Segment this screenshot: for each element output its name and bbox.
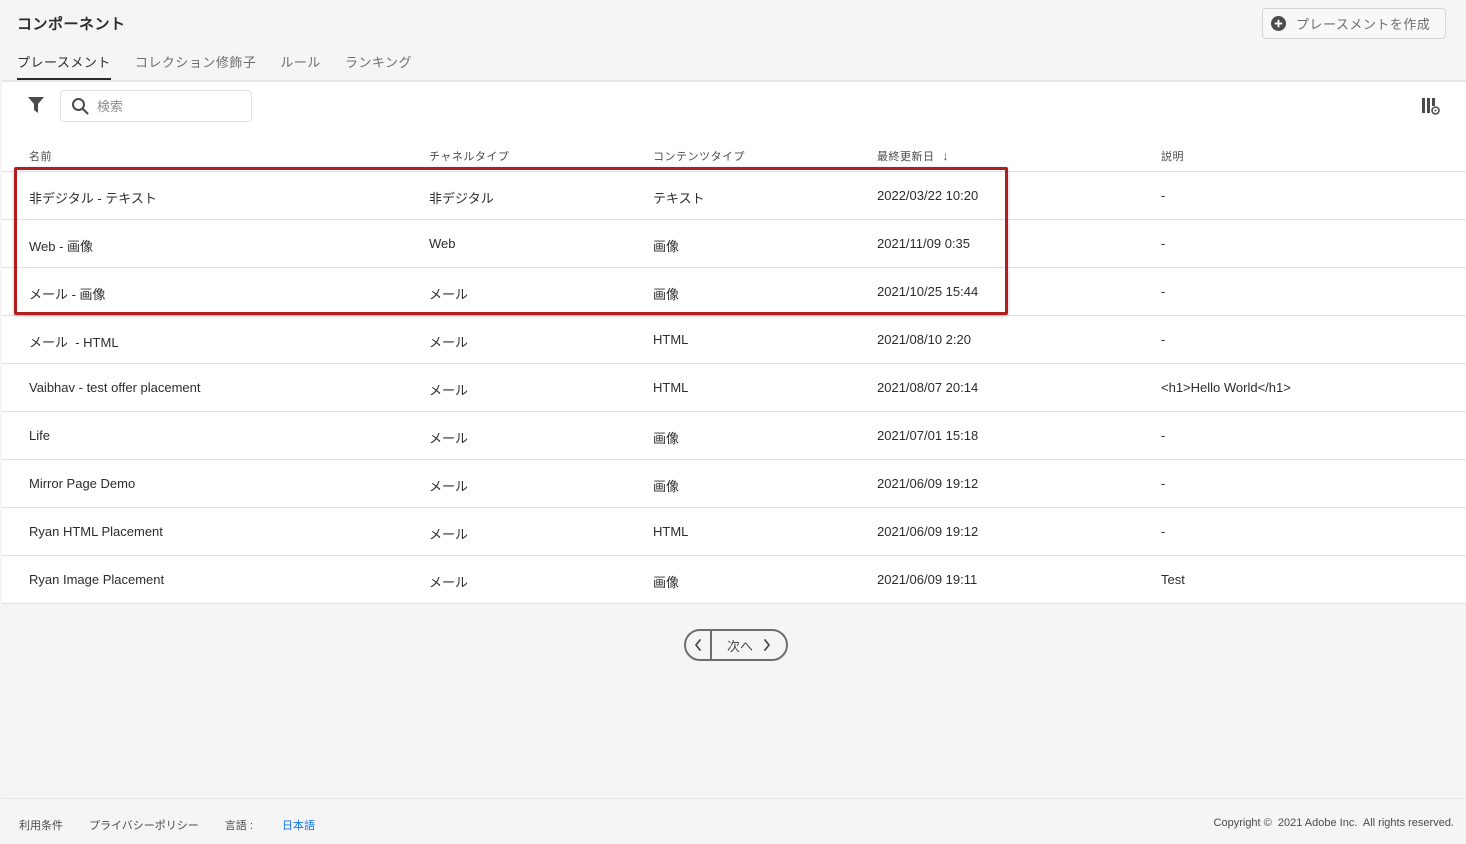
cell-content-type: テキスト [653, 191, 705, 206]
search-icon [72, 98, 89, 115]
filter-icon[interactable] [27, 96, 45, 114]
language-link[interactable]: 日本語 [282, 820, 315, 832]
create-placement-label: プレースメントを作成 [1296, 17, 1431, 32]
search-input[interactable] [97, 98, 247, 114]
cell-content-type: HTML [653, 524, 689, 539]
chevron-left-icon [695, 639, 701, 651]
cell-last-modified: 2021/06/09 19:12 [877, 476, 979, 491]
cell-last-modified: 2021/08/07 20:14 [877, 380, 979, 395]
column-settings-icon[interactable] [1421, 96, 1441, 116]
page-footer: 利用条件 プライバシーポリシー 言語 : 日本語 Copyright © 202… [2, 798, 1466, 844]
privacy-link[interactable]: プライバシーポリシー [89, 817, 199, 833]
cell-name[interactable]: Life [29, 428, 50, 443]
cell-description: - [1161, 332, 1166, 347]
cell-content-type: HTML [653, 380, 689, 395]
cell-last-modified: 2021/07/01 15:18 [877, 428, 979, 443]
cell-content-type: 画像 [653, 431, 680, 446]
language-selector: 言語 : 日本語 [225, 817, 315, 833]
cell-description: Test [1161, 572, 1185, 587]
create-placement-button[interactable]: プレースメントを作成 [1262, 8, 1446, 39]
table-toolbar [2, 82, 1466, 132]
cell-last-modified: 2021/06/09 19:12 [877, 524, 979, 539]
column-header-content-type[interactable]: コンテンツタイプ [653, 148, 745, 164]
next-page-label: 次へ [726, 638, 753, 654]
cell-content-type: 画像 [653, 239, 680, 254]
cell-last-modified: 2022/03/22 10:20 [877, 188, 979, 203]
cell-description: - [1161, 188, 1166, 203]
table-row[interactable]: 非デジタル - テキスト 非デジタル テキスト 2022/03/22 10:20… [2, 172, 1466, 220]
table-row[interactable]: Life メール 画像 2021/07/01 15:18 - [2, 412, 1466, 460]
tab-rules[interactable]: ルール [280, 52, 321, 80]
copyright-text: Copyright © 2021 Adobe Inc. All rights r… [1213, 817, 1454, 829]
app-window: コンポーネント プレースメントを作成 プレースメント コレクション修飾子 ルール… [2, 0, 1466, 844]
cell-channel-type: メール [429, 383, 469, 398]
column-header-channel-type[interactable]: チャネルタイプ [429, 148, 509, 164]
cell-name[interactable]: 非デジタル - テキスト [29, 188, 157, 207]
cell-content-type: 画像 [653, 287, 680, 302]
column-header-name[interactable]: 名前 [29, 148, 52, 164]
cell-description: - [1161, 236, 1166, 251]
table-row[interactable]: Vaibhav - test offer placement メール HTML … [2, 364, 1466, 412]
cell-channel-type: 非デジタル [429, 191, 494, 206]
search-field[interactable] [60, 90, 252, 122]
cell-description: <h1>Hello World</h1> [1161, 380, 1291, 395]
tab-rankings[interactable]: ランキング [345, 52, 412, 80]
column-header-last-modified-label: 最終更新日 [877, 151, 935, 163]
column-header-last-modified[interactable]: 最終更新日 ↓ [877, 148, 949, 164]
column-header-description[interactable]: 説明 [1161, 148, 1184, 164]
table-row[interactable]: メール - 画像 メール 画像 2021/10/25 15:44 - [2, 268, 1466, 316]
table-row[interactable]: Ryan HTML Placement メール HTML 2021/06/09 … [2, 508, 1466, 556]
cell-channel-type: メール [429, 431, 469, 446]
page-header: コンポーネント プレースメントを作成 プレースメント コレクション修飾子 ルール… [2, 0, 1466, 80]
cell-channel-type: メール [429, 575, 469, 590]
cell-name[interactable]: メール - HTML [29, 332, 119, 351]
table-row[interactable]: メール - HTML メール HTML 2021/08/10 2:20 - [2, 316, 1466, 364]
cell-content-type: 画像 [653, 575, 680, 590]
cell-name[interactable]: Ryan Image Placement [29, 572, 164, 587]
cell-name[interactable]: Vaibhav - test offer placement [29, 380, 201, 395]
cell-last-modified: 2021/11/09 0:35 [877, 236, 971, 251]
tab-placements[interactable]: プレースメント [17, 52, 111, 80]
tab-collection-qualifiers[interactable]: コレクション修飾子 [135, 52, 257, 80]
pagination: 次へ [684, 629, 788, 661]
cell-channel-type: メール [429, 479, 469, 494]
placements-table: 名前 チャネルタイプ コンテンツタイプ 最終更新日 ↓ 説明 非デジタル - テキ… [2, 132, 1466, 604]
cell-name[interactable]: メール - 画像 [29, 284, 106, 303]
cell-last-modified: 2021/10/25 15:44 [877, 284, 979, 299]
next-page-button[interactable]: 次へ [712, 631, 786, 659]
cell-description: - [1161, 476, 1166, 491]
table-row[interactable]: Ryan Image Placement メール 画像 2021/06/09 1… [2, 556, 1466, 604]
cell-channel-type: メール [429, 335, 469, 350]
cell-last-modified: 2021/06/09 19:11 [877, 572, 978, 587]
cell-description: - [1161, 524, 1166, 539]
previous-page-button[interactable] [686, 631, 712, 659]
cell-name[interactable]: Mirror Page Demo [29, 476, 135, 491]
cell-channel-type: メール [429, 287, 469, 302]
cell-channel-type: Web [429, 236, 456, 251]
table-header: 名前 チャネルタイプ コンテンツタイプ 最終更新日 ↓ 説明 [2, 132, 1466, 172]
arrow-down-icon: ↓ [942, 149, 949, 163]
footer-links: 利用条件 プライバシーポリシー 言語 : 日本語 [19, 817, 315, 833]
cell-last-modified: 2021/08/10 2:20 [877, 332, 971, 347]
cell-channel-type: メール [429, 527, 469, 542]
cell-content-type: HTML [653, 332, 689, 347]
cell-description: - [1161, 428, 1166, 443]
cell-description: - [1161, 284, 1166, 299]
table-row[interactable]: Web - 画像 Web 画像 2021/11/09 0:35 - [2, 220, 1466, 268]
terms-link[interactable]: 利用条件 [19, 817, 63, 833]
table-row[interactable]: Mirror Page Demo メール 画像 2021/06/09 19:12… [2, 460, 1466, 508]
component-tabs: プレースメント コレクション修飾子 ルール ランキング [17, 52, 436, 80]
cell-name[interactable]: Web - 画像 [29, 236, 93, 255]
chevron-right-icon [764, 639, 770, 651]
cell-name[interactable]: Ryan HTML Placement [29, 524, 163, 539]
cell-content-type: 画像 [653, 479, 680, 494]
page-title: コンポーネント [17, 16, 126, 33]
plus-circle-icon [1271, 16, 1286, 31]
language-label: 言語 : [224, 820, 256, 832]
